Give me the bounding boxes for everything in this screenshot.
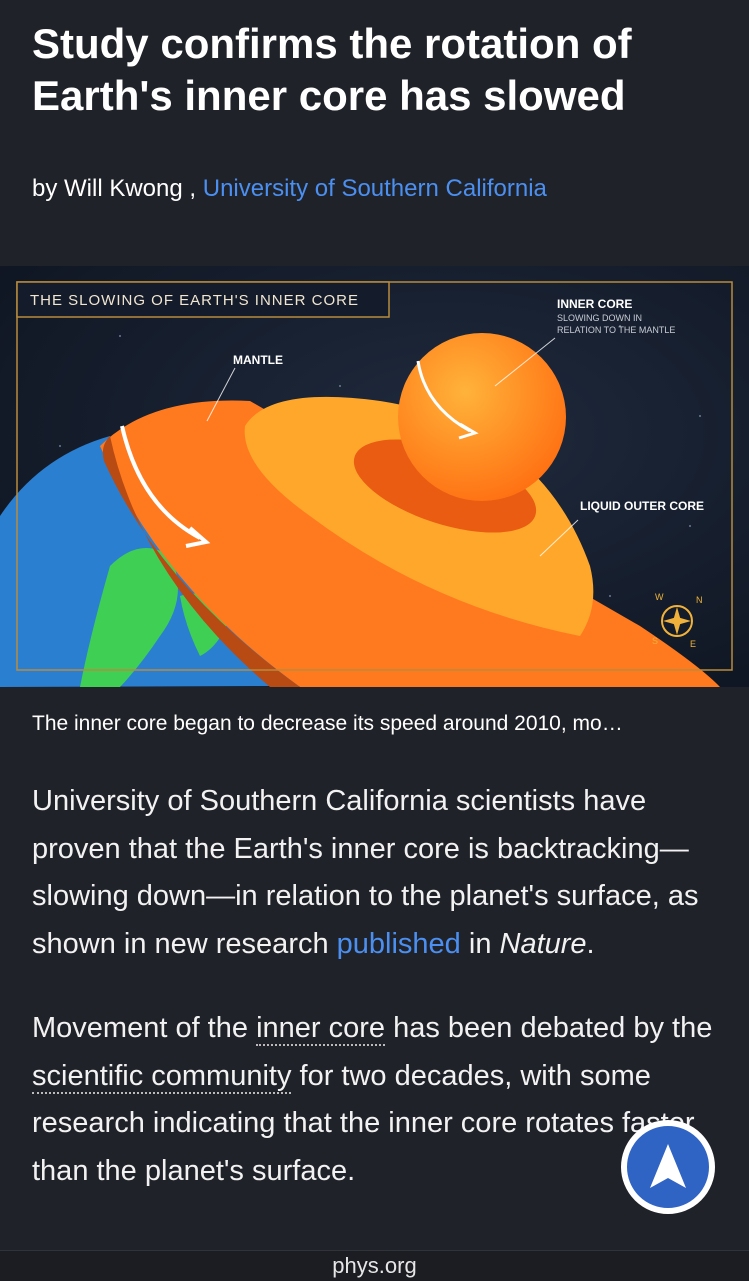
byline: by Will Kwong , University of Southern C… <box>32 172 547 206</box>
term-scientific-community[interactable]: scientific community <box>32 1059 292 1094</box>
scroll-top-button[interactable] <box>621 1120 715 1214</box>
paragraph-2: Movement of the inner core has been deba… <box>32 1005 722 1195</box>
compass-n: N <box>696 595 703 605</box>
article-image[interactable]: THE SLOWING OF EARTH'S INNER CORE MANTLE… <box>0 266 749 687</box>
compass-w: W <box>655 592 664 602</box>
article-title: Study confirms the rotation of Earth's i… <box>32 20 632 119</box>
figure-heading: THE SLOWING OF EARTH'S INNER CORE <box>30 292 359 309</box>
arrow-up-icon <box>650 1144 686 1188</box>
inner-core-illustration: THE SLOWING OF EARTH'S INNER CORE MANTLE… <box>0 266 749 687</box>
published-link[interactable]: published <box>337 928 461 960</box>
image-caption[interactable]: The inner core began to decrease its spe… <box>32 709 722 739</box>
label-outer-core: LIQUID OUTER CORE <box>580 499 704 513</box>
byline-org-link[interactable]: University of Southern California <box>203 175 547 202</box>
inner-core-shape <box>398 333 566 501</box>
compass-e: E <box>690 639 696 649</box>
byline-author: by Will Kwong , <box>32 175 197 202</box>
label-inner-core: INNER CORE <box>557 297 632 311</box>
journal-name: Nature <box>499 927 587 960</box>
site-domain[interactable]: phys.org <box>332 1253 416 1279</box>
paragraph-1-text-3: . <box>586 927 595 960</box>
compass-icon <box>661 605 693 637</box>
paragraph-2-text: Movement of the <box>32 1012 257 1044</box>
paragraph-1-text-2: in <box>460 927 500 960</box>
compass-s: S <box>652 636 658 646</box>
label-mantle: MANTLE <box>233 353 283 367</box>
label-inner-core-sub1: SLOWING DOWN IN <box>557 313 642 323</box>
label-inner-core-sub2: RELATION TO THE MANTLE <box>557 325 675 335</box>
article-body: University of Southern California scient… <box>32 778 722 1232</box>
paragraph-2-text-2: has been debated by the <box>385 1012 713 1044</box>
footer-bar: phys.org <box>0 1250 749 1281</box>
term-inner-core[interactable]: inner core <box>256 1012 386 1046</box>
paragraph-1: University of Southern California scient… <box>32 778 722 968</box>
